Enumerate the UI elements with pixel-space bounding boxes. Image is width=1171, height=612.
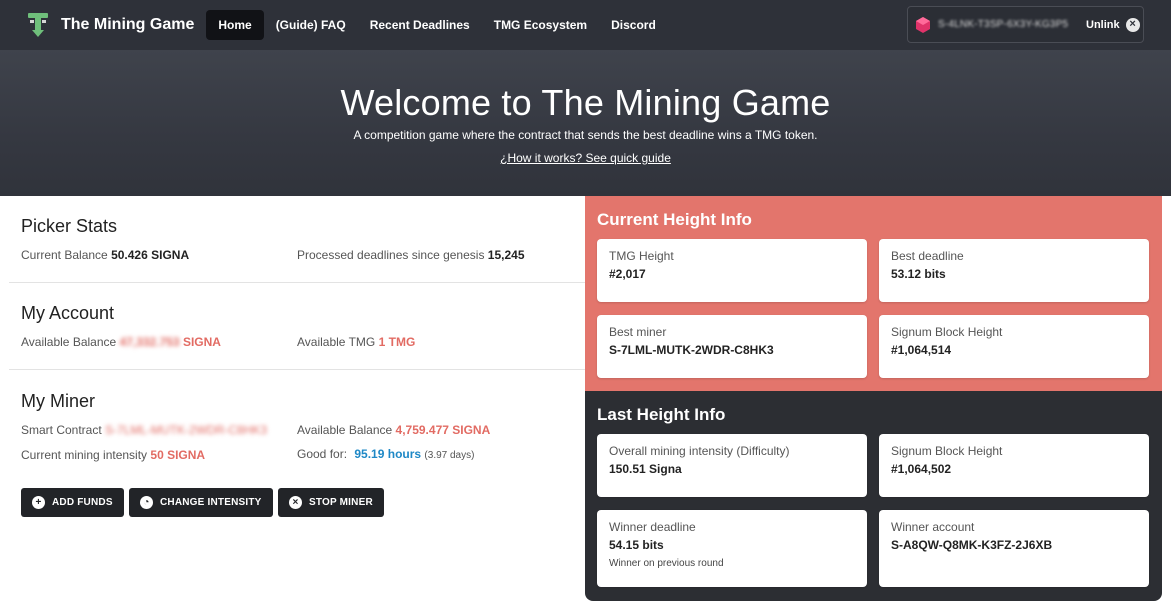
last-height-title: Last Height Info xyxy=(597,405,726,424)
processed-deadlines-label: Processed deadlines since genesis xyxy=(297,248,485,262)
my-account-title: My Account xyxy=(21,303,115,323)
available-balance-unit: SIGNA xyxy=(182,335,221,349)
winner-account-value: S-A8QW-Q8MK-K3FZ-2J6XB xyxy=(891,538,1053,552)
winner-deadline-label: Winner deadline xyxy=(609,520,696,534)
good-for-hours: 95.19 hours xyxy=(354,447,422,461)
last-height-panel: Last Height Info Overall mining intensit… xyxy=(585,391,1162,601)
signum-block-label: Signum Block Height xyxy=(891,325,1003,339)
wallet-address: S-4LNK-T3SP-6X3Y-KG3P5 xyxy=(938,19,1068,30)
best-miner-value: S-7LML-MUTK-2WDR-C8HK3 xyxy=(609,343,774,357)
tmg-height-card: TMG Height #2,017 xyxy=(597,239,867,302)
miner-balance-row: Available Balance 4,759.477 SIGNA xyxy=(297,423,490,437)
gauge-icon: ◔ xyxy=(140,496,153,509)
best-miner-label: Best miner xyxy=(609,325,667,339)
current-height-panel: Current Height Info TMG Height #2,017 Be… xyxy=(585,196,1162,391)
signum-block-card: Signum Block Height #1,064,514 xyxy=(879,315,1149,378)
signum-gem-icon xyxy=(916,16,930,33)
my-miner-title: My Miner xyxy=(21,391,96,411)
miner-balance-value: 4,759.477 SIGNA xyxy=(395,423,491,437)
miner-balance-label: Available Balance xyxy=(297,423,393,437)
best-deadline-value: 53.12 bits xyxy=(891,267,946,281)
plus-circle-icon: + xyxy=(32,496,45,509)
signum-block-value: #1,064,514 xyxy=(891,343,952,357)
hero-banner: Welcome to The Mining Game A competition… xyxy=(0,50,1171,196)
wallet-box: S-4LNK-T3SP-6X3Y-KG3P5 Unlink × xyxy=(907,6,1144,43)
close-circle-icon: × xyxy=(289,496,302,509)
picker-stats-title: Picker Stats xyxy=(21,216,118,236)
current-height-title: Current Height Info xyxy=(597,210,752,229)
available-tmg-label: Available TMG xyxy=(297,335,376,349)
available-balance-value: 47,332.753 xyxy=(119,335,180,349)
stats-panel: Picker Stats Current Balance 50.426 SIGN… xyxy=(0,196,585,612)
unlink-button[interactable]: Unlink × xyxy=(1086,17,1140,32)
winner-deadline-card: Winner deadline 54.15 bits Winner on pre… xyxy=(597,510,867,587)
winner-deadline-note: Winner on previous round xyxy=(609,558,724,569)
overall-intensity-value: 150.51 Signa xyxy=(609,462,682,476)
brand-title[interactable]: The Mining Game xyxy=(61,16,194,34)
tmg-height-label: TMG Height xyxy=(609,249,674,263)
last-signum-block-label: Signum Block Height xyxy=(891,444,1003,458)
available-balance-row: Available Balance 47,332.753 SIGNA xyxy=(21,335,221,349)
best-deadline-label: Best deadline xyxy=(891,249,964,263)
tmg-height-value: #2,017 xyxy=(609,267,646,281)
add-funds-button[interactable]: + ADD FUNDS xyxy=(21,488,124,517)
divider xyxy=(9,282,585,283)
hero-subtitle: A competition game where the contract th… xyxy=(353,128,818,142)
nav-home[interactable]: Home xyxy=(206,10,264,40)
mining-intensity-row: Current mining intensity 50 SIGNA xyxy=(21,448,205,462)
nav-tmg-ecosystem[interactable]: TMG Ecosystem xyxy=(482,10,599,40)
processed-deadlines-row: Processed deadlines since genesis 15,245 xyxy=(297,248,525,262)
mining-intensity-card: Overall mining intensity (Difficulty) 15… xyxy=(597,434,867,497)
unlink-label: Unlink xyxy=(1086,18,1120,31)
tmg-logo-icon[interactable] xyxy=(27,12,49,38)
winner-deadline-value: 54.15 bits xyxy=(609,538,664,552)
smart-contract-row: Smart Contract S-7LML-MUTK-2WDR-C8HK3 xyxy=(21,423,267,437)
quick-guide-link[interactable]: ¿How it works? See quick guide xyxy=(500,151,671,165)
best-miner-card: Best miner S-7LML-MUTK-2WDR-C8HK3 xyxy=(597,315,867,378)
winner-account-label: Winner account xyxy=(891,520,975,534)
overall-intensity-label: Overall mining intensity (Difficulty) xyxy=(609,444,790,458)
hero-title: Welcome to The Mining Game xyxy=(340,82,831,123)
good-for-days: (3.97 days) xyxy=(424,450,475,461)
close-circle-icon: × xyxy=(1125,17,1140,32)
smart-contract-label: Smart Contract xyxy=(21,423,102,437)
navbar: The Mining Game Home (Guide) FAQ Recent … xyxy=(0,0,1171,50)
nav-guide-faq[interactable]: (Guide) FAQ xyxy=(264,10,358,40)
best-deadline-card: Best deadline 53.12 bits xyxy=(879,239,1149,302)
available-balance-label: Available Balance xyxy=(21,335,117,349)
last-signum-block-value: #1,064,502 xyxy=(891,462,952,476)
nav-recent-deadlines[interactable]: Recent Deadlines xyxy=(358,10,482,40)
mining-intensity-value: 50 SIGNA xyxy=(150,448,206,462)
last-signum-block-card: Signum Block Height #1,064,502 xyxy=(879,434,1149,497)
stop-miner-button[interactable]: × STOP MINER xyxy=(278,488,384,517)
divider xyxy=(9,369,585,370)
current-balance-value: 50.426 SIGNA xyxy=(111,248,190,262)
add-funds-label: ADD FUNDS xyxy=(52,497,113,508)
current-balance-row: Current Balance 50.426 SIGNA xyxy=(21,248,189,262)
stop-miner-label: STOP MINER xyxy=(309,497,373,508)
available-tmg-row: Available TMG 1 TMG xyxy=(297,335,415,349)
current-balance-label: Current Balance xyxy=(21,248,108,262)
nav-discord[interactable]: Discord xyxy=(599,10,668,40)
available-tmg-value: 1 TMG xyxy=(378,335,416,349)
processed-deadlines-value: 15,245 xyxy=(487,248,525,262)
winner-account-card: Winner account S-A8QW-Q8MK-K3FZ-2J6XB xyxy=(879,510,1149,587)
good-for-label: Good for: xyxy=(297,447,348,461)
change-intensity-button[interactable]: ◔ CHANGE INTENSITY xyxy=(129,488,273,517)
good-for-row: Good for: 95.19 hours (3.97 days) xyxy=(297,447,474,461)
smart-contract-value: S-7LML-MUTK-2WDR-C8HK3 xyxy=(105,423,268,437)
change-intensity-label: CHANGE INTENSITY xyxy=(160,497,262,508)
mining-intensity-label: Current mining intensity xyxy=(21,448,148,462)
